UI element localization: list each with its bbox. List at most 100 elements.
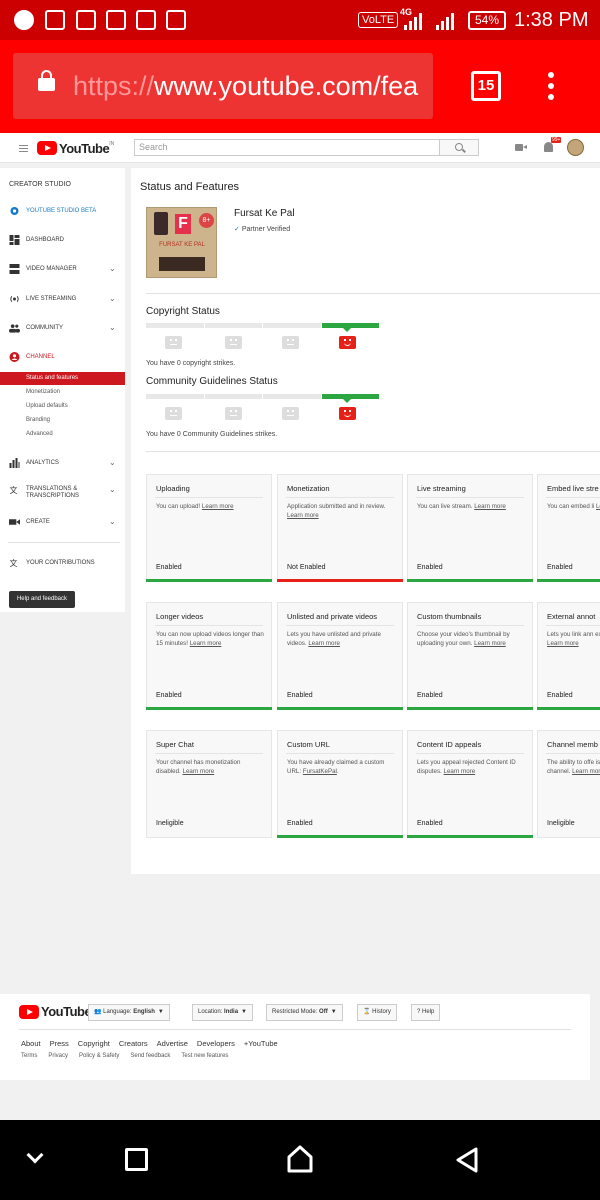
translate-icon: 文 bbox=[10, 485, 18, 495]
recents-button[interactable] bbox=[125, 1148, 148, 1171]
footer-link-advertise[interactable]: Advertise bbox=[157, 1039, 188, 1048]
chevron-down-icon: ⌄ bbox=[109, 264, 116, 273]
feature-status: Enabled bbox=[547, 564, 573, 571]
sidebar-subitem-branding[interactable]: Branding bbox=[0, 414, 125, 427]
feature-status: Enabled bbox=[156, 564, 182, 571]
footer-link-creators[interactable]: Creators bbox=[119, 1039, 148, 1048]
custom-url-link[interactable]: FursatKePal bbox=[303, 768, 337, 775]
feature-card-divider bbox=[155, 625, 263, 626]
feature-card-description: You can live stream. Learn more bbox=[417, 503, 506, 510]
footer-link-plus-youtube[interactable]: +YouTube bbox=[244, 1039, 278, 1048]
sidebar-subitem-advanced[interactable]: Advanced bbox=[0, 428, 125, 441]
thumb-badge: 8+ bbox=[199, 213, 214, 228]
search-input[interactable]: Search bbox=[134, 139, 440, 156]
feature-card-description: You can embed li Learn more bbox=[547, 502, 600, 511]
gear-icon bbox=[10, 207, 19, 215]
section-divider bbox=[146, 293, 600, 294]
feature-card-title: Unlisted and private videos bbox=[287, 612, 378, 621]
sidebar-item-live-streaming[interactable]: LIVE STREAMING ⌄ bbox=[9, 293, 119, 305]
guide-menu-icon[interactable] bbox=[19, 145, 28, 152]
translate-icon: 文 bbox=[10, 558, 18, 568]
footer-link-privacy[interactable]: Privacy bbox=[48, 1053, 68, 1059]
learn-more-link[interactable]: Learn more bbox=[183, 768, 215, 775]
url-bar[interactable]: https://www.youtube.com/fea bbox=[13, 53, 433, 119]
feature-status: Enabled bbox=[287, 820, 313, 827]
sidebar-item-dashboard[interactable]: DASHBOARD bbox=[9, 234, 119, 246]
search-icon[interactable] bbox=[439, 139, 479, 156]
footer-link-copyright[interactable]: Copyright bbox=[78, 1039, 110, 1048]
notifications-bell-icon[interactable] bbox=[544, 142, 553, 152]
learn-more-link[interactable]: Learn more bbox=[444, 768, 476, 775]
channel-name: Fursat Ke Pal bbox=[234, 208, 295, 219]
feature-card-description: You can upload! Learn more bbox=[156, 503, 234, 510]
home-button[interactable] bbox=[287, 1145, 313, 1173]
tab-switcher-button[interactable]: 15 bbox=[471, 71, 501, 101]
sidebar-item-video-manager[interactable]: VIDEO MANAGER ⌄ bbox=[9, 263, 119, 275]
restricted-mode-selector[interactable]: Restricted Mode: Off ▼ bbox=[266, 1004, 343, 1021]
channel-thumbnail[interactable]: F 8+ FURSAT KE PAL bbox=[146, 207, 217, 278]
learn-more-link[interactable]: Learn more bbox=[547, 640, 579, 647]
chevron-down-icon: ⌄ bbox=[109, 323, 116, 332]
footer-link-about[interactable]: About bbox=[21, 1039, 41, 1048]
avatar[interactable] bbox=[567, 139, 584, 156]
feature-card-description: Choose your video's thumbnail by uploadi… bbox=[417, 631, 510, 647]
history-button[interactable]: ⌛ History bbox=[357, 1004, 397, 1021]
learn-more-link[interactable]: Learn more bbox=[202, 503, 234, 510]
help-feedback-button[interactable]: Help and feedback bbox=[9, 591, 75, 608]
feature-card: Live streaming You can live stream. Learn… bbox=[407, 474, 533, 582]
feature-card: External annot Lets you link ann external… bbox=[537, 602, 600, 710]
sidebar-item-create[interactable]: CREATE ⌄ bbox=[9, 516, 119, 528]
sidebar-item-studio-beta[interactable]: YOUTUBE STUDIO BETA bbox=[9, 205, 119, 217]
upload-video-icon[interactable] bbox=[515, 144, 527, 151]
feature-status: Enabled bbox=[547, 692, 573, 699]
sidebar-subitem-status-features[interactable]: Status and features bbox=[0, 372, 125, 385]
feature-card-divider bbox=[286, 753, 394, 754]
browser-menu-icon[interactable] bbox=[548, 72, 554, 102]
dropdown-arrow-icon: ▼ bbox=[157, 1009, 164, 1015]
feature-card-title: Uploading bbox=[156, 484, 190, 493]
sad-face-icon bbox=[165, 407, 182, 420]
footer-link-press[interactable]: Press bbox=[50, 1039, 69, 1048]
back-button[interactable] bbox=[455, 1146, 479, 1174]
svg-text:文: 文 bbox=[10, 485, 18, 495]
volte-indicator: VoLTE bbox=[358, 12, 399, 28]
footer-link-terms[interactable]: Terms bbox=[21, 1053, 37, 1059]
sidebar-item-translations[interactable]: 文 TRANSLATIONS & TRANSCRIPTIONS ⌄ bbox=[9, 484, 119, 504]
sidebar-item-community[interactable]: COMMUNITY ⌄ bbox=[9, 322, 119, 334]
sidebar-subitem-monetization[interactable]: Monetization bbox=[0, 386, 125, 399]
help-button[interactable]: ? Help bbox=[411, 1004, 441, 1021]
video-camera-icon bbox=[9, 519, 20, 525]
feature-status: Enabled bbox=[156, 692, 182, 699]
learn-more-link[interactable]: Learn more bbox=[474, 503, 506, 510]
feature-status: Ineligible bbox=[547, 820, 575, 827]
footer-link-developers[interactable]: Developers bbox=[197, 1039, 235, 1048]
learn-more-link[interactable]: Learn more bbox=[474, 640, 506, 647]
learn-more-link[interactable]: Learn more bbox=[190, 640, 222, 647]
chevron-down-icon: ⌄ bbox=[109, 294, 116, 303]
learn-more-link[interactable]: Learn more bbox=[572, 768, 600, 775]
feature-status-bar bbox=[277, 579, 403, 582]
feature-card: Longer videos You can now upload videos l… bbox=[146, 602, 272, 710]
sidebar-item-channel[interactable]: CHANNEL bbox=[9, 351, 119, 363]
language-selector[interactable]: 👥 Language: English ▼ bbox=[88, 1004, 170, 1021]
location-selector[interactable]: Location: India ▼ bbox=[192, 1004, 253, 1021]
feature-status-bar bbox=[146, 707, 272, 710]
chevron-down-icon[interactable] bbox=[26, 1146, 44, 1164]
checkmark-icon: ✓ bbox=[234, 226, 240, 233]
footer-link-policy-safety[interactable]: Policy & Safety bbox=[79, 1053, 119, 1059]
sidebar-subitem-upload-defaults[interactable]: Upload defaults bbox=[0, 400, 125, 413]
feature-status-bar bbox=[277, 707, 403, 710]
footer-link-send-feedback[interactable]: Send feedback bbox=[130, 1053, 170, 1059]
news-icon bbox=[14, 10, 34, 30]
sidebar-item-analytics[interactable]: ANALYTICS ⌄ bbox=[9, 457, 119, 469]
learn-more-link[interactable]: Learn more bbox=[287, 512, 319, 519]
footer-youtube-logo[interactable]: YouTube bbox=[19, 1004, 92, 1019]
happy-face-icon bbox=[339, 407, 356, 420]
shirt-icon bbox=[106, 10, 126, 30]
learn-more-link[interactable]: Learn more bbox=[596, 503, 600, 510]
android-nav-bar bbox=[0, 1120, 600, 1200]
footer-link-test-features[interactable]: Test new features bbox=[181, 1053, 228, 1059]
sidebar-item-contributions[interactable]: 文 YOUR CONTRIBUTIONS bbox=[9, 557, 119, 569]
youtube-logo[interactable]: YouTube IN bbox=[37, 140, 114, 156]
learn-more-link[interactable]: Learn more bbox=[308, 640, 340, 647]
